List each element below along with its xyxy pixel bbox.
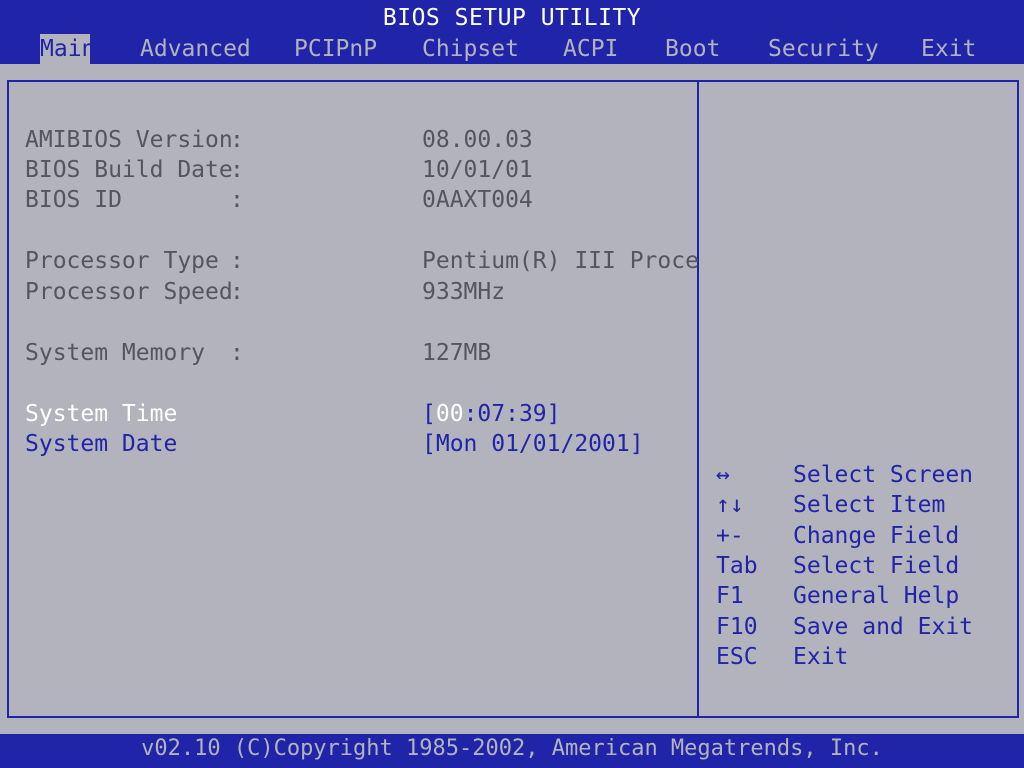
- help-desc: Select Screen: [793, 462, 974, 488]
- window-title: BIOS SETUP UTILITY: [0, 0, 1024, 34]
- separator: :: [230, 340, 244, 366]
- amibios-version-label: AMIBIOS Version: [25, 127, 233, 153]
- menu-tab-security[interactable]: Security: [768, 34, 879, 64]
- help-desc: Exit: [793, 644, 849, 670]
- menu-tab-exit[interactable]: Exit: [921, 34, 976, 64]
- system-time-value[interactable]: [00:07:39]: [422, 399, 561, 429]
- help-desc: General Help: [793, 583, 960, 609]
- help-key: F10: [716, 614, 758, 640]
- processor-speed-label: Processor Speed: [25, 279, 233, 305]
- bios-id-value: 0AAXT004: [422, 187, 533, 213]
- menu-tab-advanced[interactable]: Advanced: [140, 34, 251, 64]
- menu-tab-chipset[interactable]: Chipset: [422, 34, 519, 64]
- bracket-open: [: [422, 401, 436, 427]
- copyright-footer: v02.10 (C)Copyright 1985-2002, American …: [0, 734, 1024, 768]
- system-time-hour-field[interactable]: 00: [436, 401, 464, 427]
- menu-tab-acpi[interactable]: ACPI: [563, 34, 618, 64]
- processor-type-value: Pentium(R) III Proce: [422, 248, 699, 274]
- system-time-rest: :07:39]: [463, 401, 561, 427]
- help-key: F1: [716, 583, 744, 609]
- help-key: +-: [716, 523, 744, 549]
- left-right-arrow-icon: ↔: [716, 462, 730, 488]
- system-date-label: System Date: [25, 431, 178, 457]
- processor-type-label: Processor Type: [25, 248, 219, 274]
- bios-build-date-label: BIOS Build Date: [25, 157, 233, 183]
- system-memory-value: 127MB: [422, 340, 492, 366]
- help-desc: Save and Exit: [793, 614, 974, 640]
- menu-tab-boot[interactable]: Boot: [665, 34, 720, 64]
- help-desc: Select Item: [793, 492, 946, 518]
- amibios-version-value: 08.00.03: [422, 127, 533, 153]
- separator: :: [230, 279, 244, 305]
- system-memory-label: System Memory: [25, 340, 206, 366]
- help-desc: Select Field: [793, 553, 960, 579]
- help-key: Tab: [716, 553, 758, 579]
- menu-tab-pcipnp[interactable]: PCIPnP: [294, 34, 377, 64]
- separator: :: [230, 157, 244, 183]
- menu-tab-main[interactable]: Main: [40, 34, 95, 64]
- system-time-label: System Time: [25, 401, 178, 427]
- up-down-arrow-icon: ↑↓: [716, 492, 744, 518]
- separator: :: [230, 127, 244, 153]
- system-date-value[interactable]: [Mon 01/01/2001]: [422, 429, 644, 459]
- menu-bar: Main Advanced PCIPnP Chipset ACPI Boot S…: [0, 34, 1024, 64]
- separator: :: [230, 187, 244, 213]
- help-desc: Change Field: [793, 523, 960, 549]
- separator: :: [230, 248, 244, 274]
- bios-build-date-value: 10/01/01: [422, 157, 533, 183]
- bios-id-label: BIOS ID: [25, 187, 122, 213]
- processor-speed-value: 933MHz: [422, 279, 506, 305]
- help-key: ESC: [716, 644, 758, 670]
